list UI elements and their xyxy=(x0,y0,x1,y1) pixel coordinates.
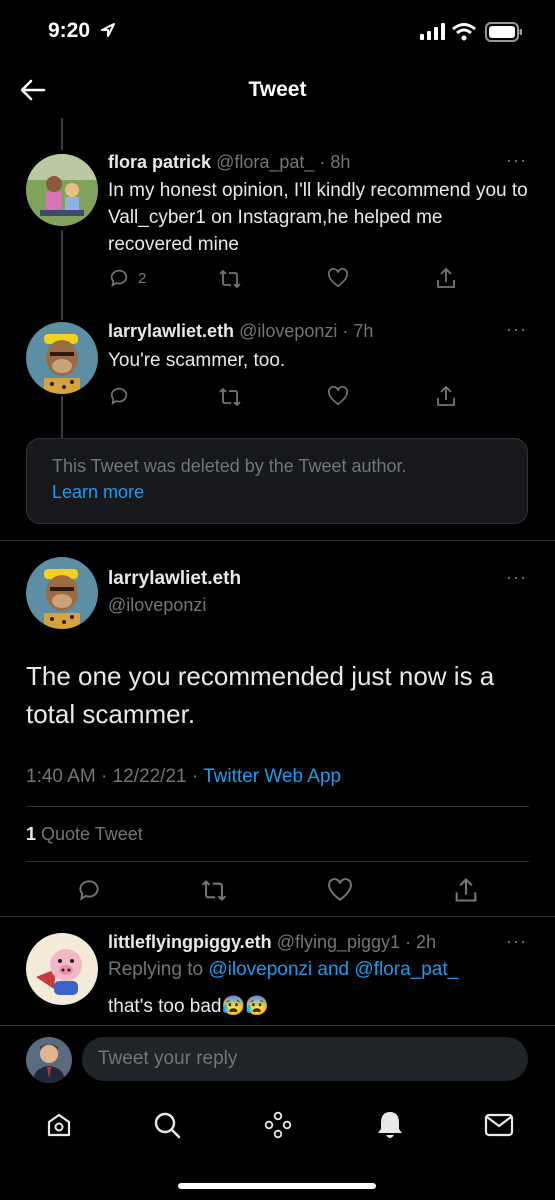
more-icon[interactable]: ··· xyxy=(506,567,527,588)
divider xyxy=(0,540,555,541)
main-tweet-body: The one you recommended just now is a to… xyxy=(26,661,495,729)
quote-tweet-stat[interactable]: 1 Quote Tweet xyxy=(26,824,143,845)
page-title: Tweet xyxy=(248,78,307,101)
handle[interactable]: @iloveponzi xyxy=(239,321,337,341)
share-icon[interactable] xyxy=(435,266,457,290)
tweet-meta: littleflyingpiggy.eth @flying_piggy1 · 2… xyxy=(108,932,436,953)
user-avatar[interactable] xyxy=(26,1037,72,1083)
status-time: 9:20 xyxy=(48,19,91,42)
home-icon[interactable] xyxy=(45,1111,73,1139)
tweet-body: that's too bad😰😰 xyxy=(108,993,269,1020)
handle[interactable]: @flora_pat_ xyxy=(216,152,314,172)
avatar[interactable] xyxy=(26,322,98,394)
reply-icon[interactable] xyxy=(108,385,130,407)
tweet-body: In my honest opinion, I'll kindly recomm… xyxy=(108,180,528,255)
quote-count: 1 xyxy=(26,824,37,844)
spaces-icon[interactable] xyxy=(263,1110,293,1140)
replying-prefix: Replying to xyxy=(108,959,209,980)
battery-icon xyxy=(485,22,522,42)
retweet-icon[interactable] xyxy=(218,386,242,408)
thread-line xyxy=(61,396,63,438)
tweet-time: · 7h xyxy=(342,321,374,341)
tweet-body: You're scammer, too. xyxy=(108,350,286,371)
tweet-timestamp: 1:40 AM · 12/22/21 · Twitter Web App xyxy=(26,766,341,788)
tweet-time: · 2h xyxy=(405,932,437,952)
messages-icon[interactable] xyxy=(484,1112,514,1138)
reply-text: that's too bad xyxy=(108,996,222,1017)
avatar[interactable] xyxy=(26,154,98,226)
reply-icon[interactable] xyxy=(76,877,102,903)
deleted-text: This Tweet was deleted by the Tweet auth… xyxy=(52,456,407,476)
display-name[interactable]: littleflyingpiggy.eth xyxy=(108,932,272,952)
retweet-icon[interactable] xyxy=(218,268,242,290)
more-icon[interactable]: ··· xyxy=(506,150,527,171)
avatar[interactable] xyxy=(26,933,98,1005)
handle[interactable]: @flying_piggy1 xyxy=(277,932,400,952)
more-icon[interactable]: ··· xyxy=(506,319,527,340)
reply-icon xyxy=(110,269,128,288)
divider xyxy=(26,806,529,807)
quote-label: Quote Tweet xyxy=(41,824,143,844)
divider xyxy=(0,916,555,917)
home-indicator[interactable] xyxy=(178,1183,376,1189)
replying-to: Replying to @iloveponzi and @flora_pat_ xyxy=(108,959,458,981)
reply-button[interactable]: 2 xyxy=(108,267,146,289)
tweet-meta: flora patrick @flora_pat_ · 8h xyxy=(108,152,350,173)
share-icon[interactable] xyxy=(453,876,479,904)
timestamp-text: 1:40 AM · 12/22/21 · xyxy=(26,766,204,787)
avatar[interactable] xyxy=(26,557,98,629)
divider xyxy=(0,1025,555,1026)
handle[interactable]: @iloveponzi xyxy=(108,595,206,616)
location-arrow-icon xyxy=(101,23,115,37)
display-name[interactable]: larrylawliet.eth xyxy=(108,321,234,341)
reply-input[interactable]: Tweet your reply xyxy=(82,1037,528,1081)
thread-line xyxy=(61,118,63,150)
deleted-tweet-notice xyxy=(26,438,528,524)
display-name[interactable]: larrylawliet.eth xyxy=(108,568,241,590)
signal-icon xyxy=(420,23,445,40)
retweet-icon[interactable] xyxy=(200,878,228,903)
like-icon[interactable] xyxy=(327,878,353,902)
replying-to-link[interactable]: @iloveponzi and @flora_pat_ xyxy=(208,959,458,980)
emoji: 😰😰 xyxy=(221,996,269,1017)
display-name[interactable]: flora patrick xyxy=(108,152,211,172)
wifi-icon xyxy=(452,23,476,41)
search-icon[interactable] xyxy=(152,1110,182,1140)
tweet-time: · 8h xyxy=(319,152,351,172)
more-icon[interactable]: ··· xyxy=(506,931,527,952)
thread-line xyxy=(61,230,63,320)
notifications-icon[interactable] xyxy=(375,1109,405,1141)
learn-more-link[interactable]: Learn more xyxy=(52,482,144,503)
source-link[interactable]: Twitter Web App xyxy=(203,766,341,787)
reply-count: 2 xyxy=(138,269,147,287)
share-icon[interactable] xyxy=(435,384,457,408)
like-icon[interactable] xyxy=(327,268,349,288)
divider xyxy=(26,861,529,862)
like-icon[interactable] xyxy=(327,386,349,406)
tweet-meta: larrylawliet.eth @iloveponzi · 7h xyxy=(108,321,373,342)
